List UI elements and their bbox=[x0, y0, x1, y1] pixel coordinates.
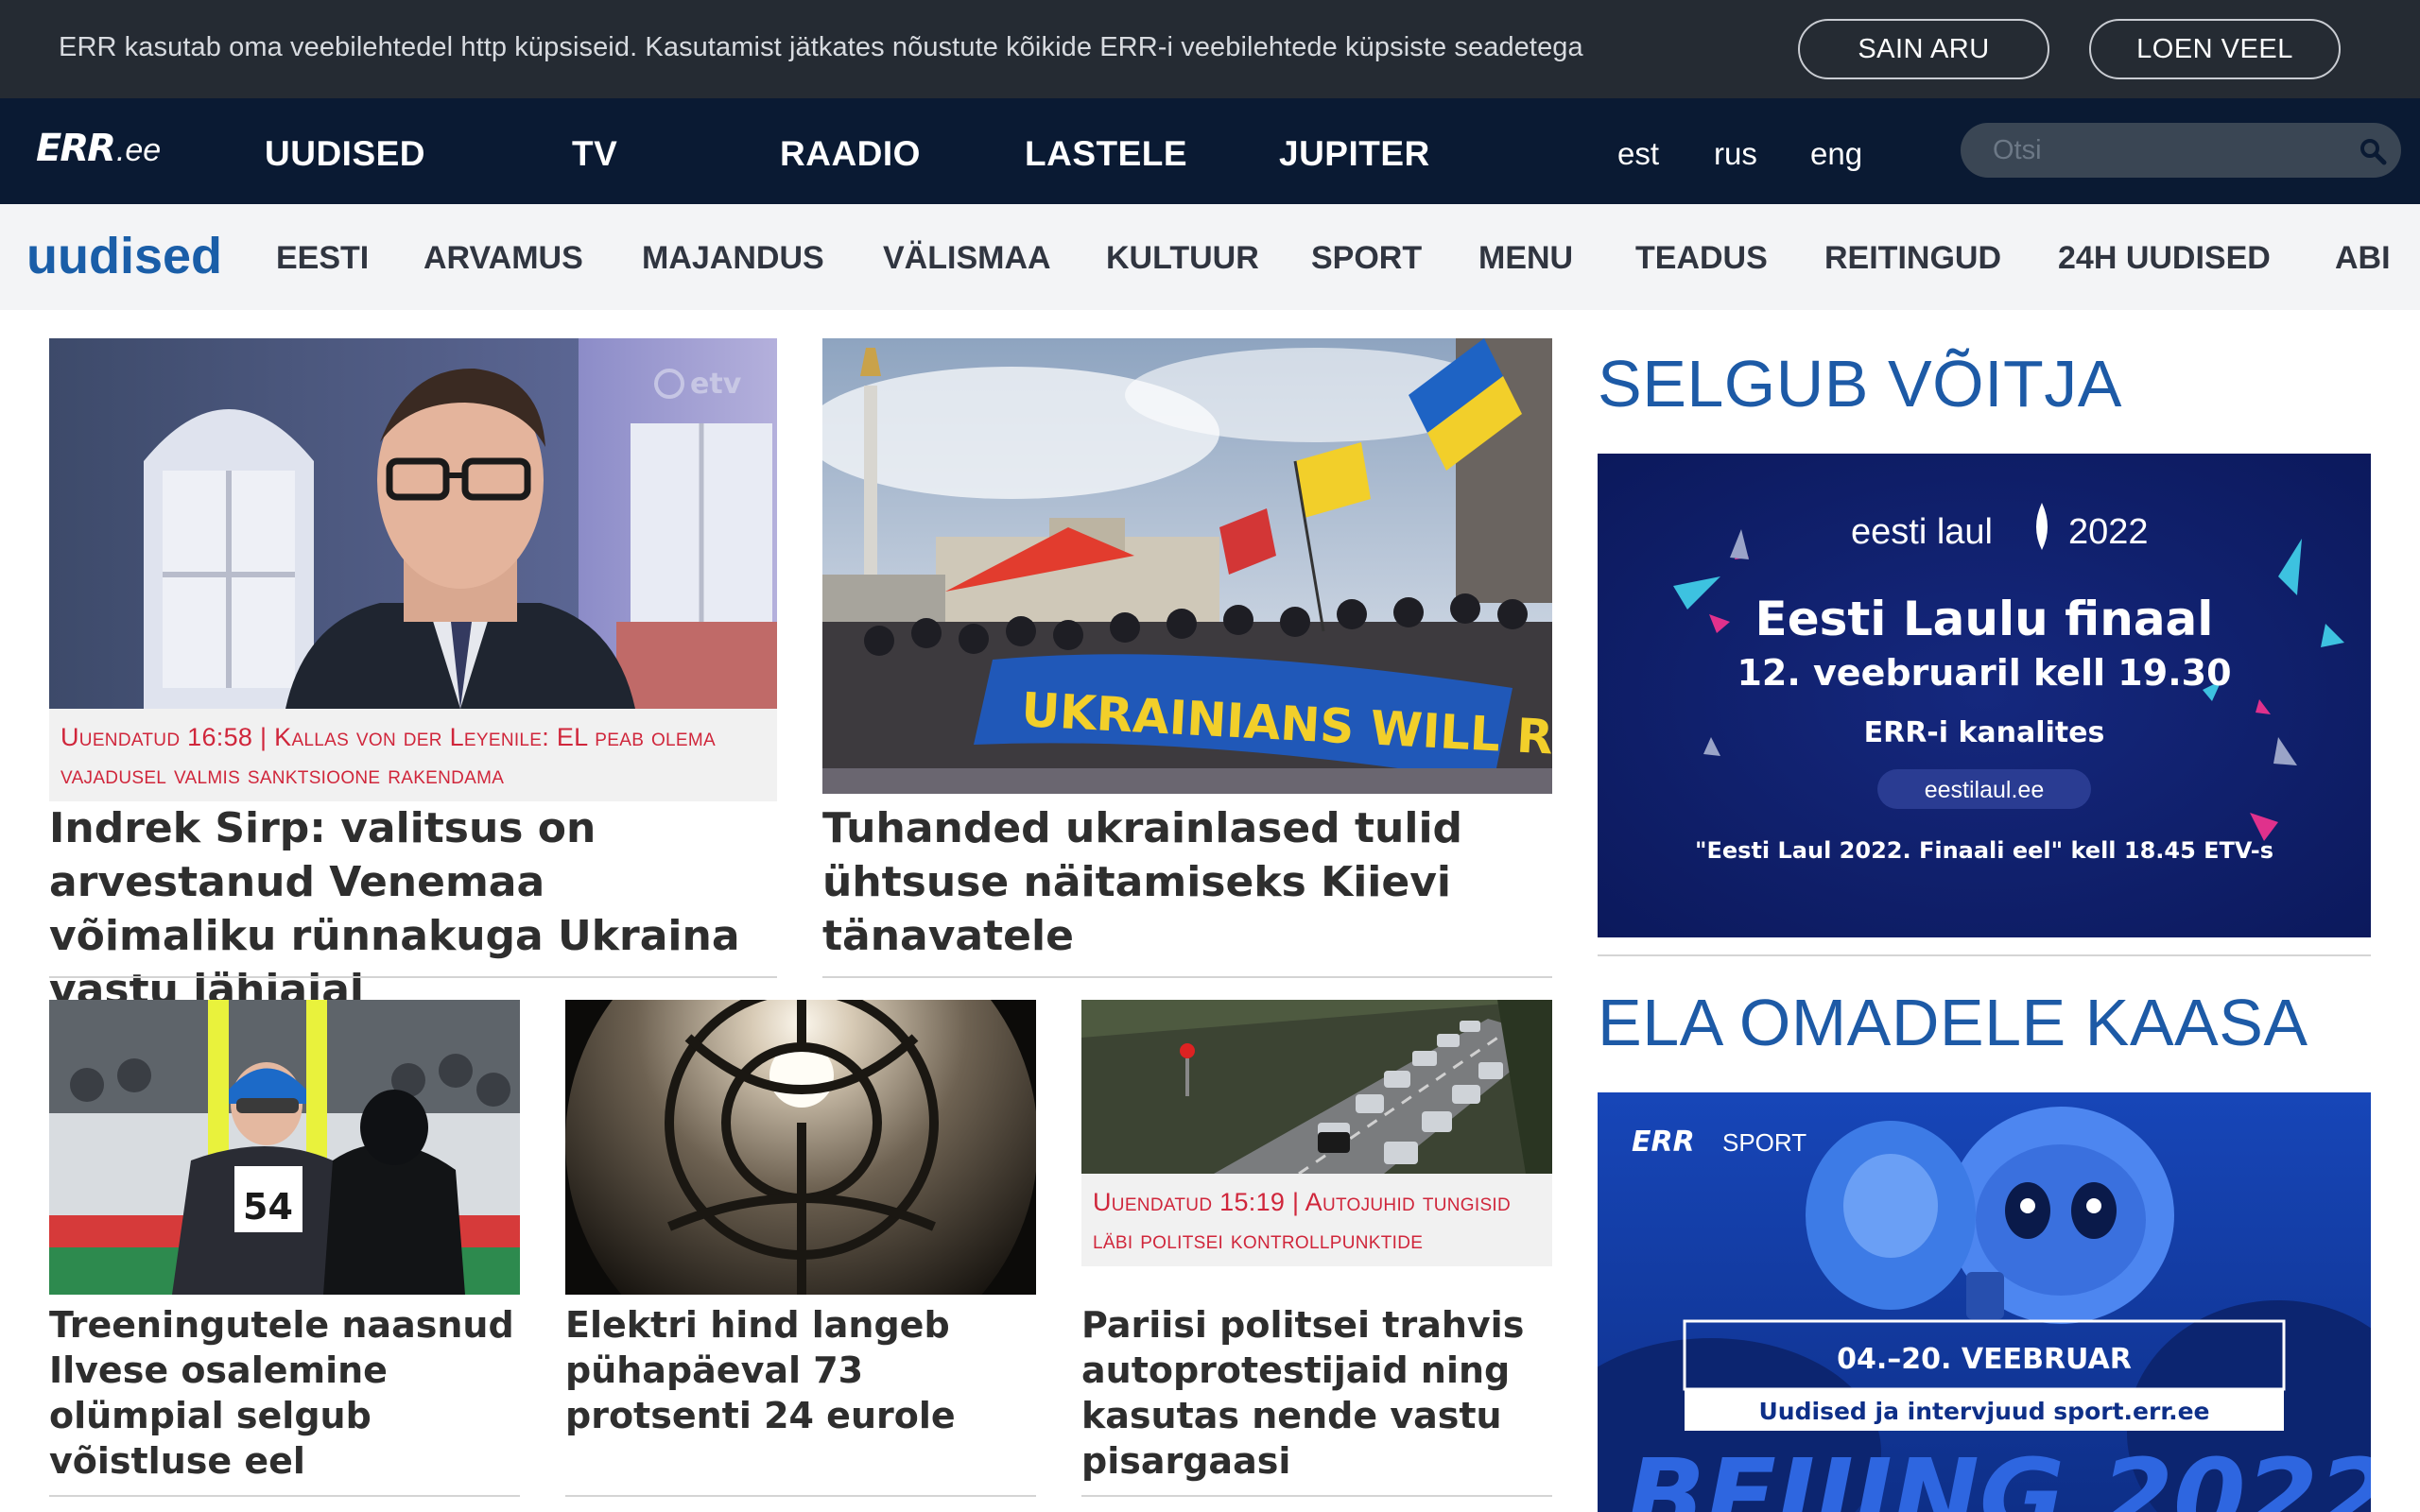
logo-text: ERR bbox=[36, 127, 116, 170]
promo-sport-brand: SPORT bbox=[1722, 1128, 1806, 1157]
section-item-abi[interactable]: ABI bbox=[2335, 240, 2391, 277]
cookie-accept-button[interactable]: SAIN ARU bbox=[1798, 19, 2049, 79]
article-divider bbox=[49, 1495, 520, 1497]
search-input[interactable] bbox=[1961, 123, 2339, 178]
eesti-laul-promo: eesti laul 2022 Eesti Laulu finaal 12. v… bbox=[1598, 454, 2371, 937]
promo-bottom-text: BEIJING 2022 bbox=[1626, 1436, 2371, 1512]
promo-info: Uudised ja intervjuud sport.err.ee bbox=[1759, 1398, 2210, 1425]
article-headline-elekter[interactable]: Elektri hind langeb pühapäeval 73 protse… bbox=[565, 1302, 1038, 1438]
cookie-bar: ERR kasutab oma veebilehtedel http küpsi… bbox=[0, 0, 2420, 98]
section-item-arvamus[interactable]: ARVAMUS bbox=[424, 240, 583, 277]
promo-date: 12. veebruaril kell 19.30 bbox=[1737, 652, 2231, 694]
cookie-read-more-button[interactable]: LOEN VEEL bbox=[2089, 19, 2341, 79]
promo-channels: ERR-i kanalites bbox=[1864, 716, 2105, 749]
lang-est[interactable]: est bbox=[1617, 136, 1659, 172]
article-image-sirp[interactable]: etv bbox=[49, 338, 777, 709]
nav-item-uudised[interactable]: UUDISED bbox=[265, 134, 425, 174]
article-update-label[interactable]: Uuendatud 15:19 | Autojuhid tungisid läb… bbox=[1081, 1174, 1552, 1266]
etv-watermark: etv bbox=[690, 368, 742, 401]
article-divider bbox=[822, 976, 1552, 978]
promo-brand: eesti laul bbox=[1851, 512, 1993, 552]
section-item-kultuur[interactable]: KULTUUR bbox=[1106, 240, 1259, 277]
section-item-menu[interactable]: MENU bbox=[1478, 240, 1573, 277]
traffic-photo bbox=[1081, 1000, 1552, 1174]
sidebar-title-ela-omadele-kaasa: ELA OMADELE KAASA bbox=[1598, 986, 2308, 1059]
article-divider bbox=[1081, 1495, 1552, 1497]
sidebar-divider bbox=[1598, 954, 2371, 956]
section-item-valismaa[interactable]: VÄLISMAA bbox=[883, 240, 1051, 277]
promo-err-brand: ERR bbox=[1632, 1125, 1695, 1159]
section-item-reitingud[interactable]: REITINGUD bbox=[1824, 240, 2001, 277]
article-headline-pariis[interactable]: Pariisi politsei trahvis autoprotestijai… bbox=[1081, 1302, 1554, 1484]
section-item-eesti[interactable]: EESTI bbox=[276, 240, 369, 277]
article-image-pariis[interactable] bbox=[1081, 1000, 1552, 1174]
lamp-photo bbox=[565, 1000, 1036, 1295]
article-headline-sirp[interactable]: Indrek Sirp: valitsus on arvestanud Vene… bbox=[49, 801, 777, 1017]
nav-item-jupiter[interactable]: JUPITER bbox=[1279, 134, 1430, 174]
promo-title: Eesti Laulu finaal bbox=[1755, 592, 2214, 646]
bib-number: 54 bbox=[243, 1186, 293, 1228]
section-navigation: uudised EESTI ARVAMUS MAJANDUS VÄLISMAA … bbox=[0, 204, 2420, 310]
cookie-text: ERR kasutab oma veebilehtedel http küpsi… bbox=[59, 32, 1583, 62]
nav-item-lastele[interactable]: LASTELE bbox=[1025, 134, 1187, 174]
main-navigation: ERR .ee UUDISED TV RAADIO LASTELE JUPITE… bbox=[0, 98, 2420, 204]
search-icon[interactable] bbox=[2358, 136, 2388, 166]
protest-photo: UKRAINIANS WILL RESIST bbox=[822, 338, 1552, 794]
lang-rus[interactable]: rus bbox=[1714, 136, 1757, 172]
section-item-sport[interactable]: SPORT bbox=[1311, 240, 1422, 277]
article-image-ilves[interactable]: 54 bbox=[49, 1000, 520, 1295]
olympics-promo-banner[interactable]: ERR SPORT 04.–20. VEEBRUAR Uudised ja in… bbox=[1598, 1092, 2371, 1512]
err-logo[interactable]: ERR .ee bbox=[36, 127, 161, 176]
article-image-elekter[interactable] bbox=[565, 1000, 1036, 1295]
article-divider bbox=[49, 976, 777, 978]
nav-item-tv[interactable]: TV bbox=[572, 134, 617, 174]
article-update-label[interactable]: Uuendatud 16:58 | Kallas von der Leyenil… bbox=[49, 709, 777, 801]
search-box bbox=[1961, 123, 2401, 178]
promo-year: 2022 bbox=[2068, 512, 2149, 552]
promo-dates: 04.–20. VEEBRUAR bbox=[1837, 1343, 2132, 1376]
article-divider bbox=[565, 1495, 1036, 1497]
section-item-teadus[interactable]: TEADUS bbox=[1635, 240, 1768, 277]
section-item-24h-uudised[interactable]: 24H UUDISED bbox=[2058, 240, 2271, 277]
eesti-laul-promo-banner[interactable]: eesti laul 2022 Eesti Laulu finaal 12. v… bbox=[1598, 454, 2371, 937]
promo-url: eestilaul.ee bbox=[1925, 777, 2044, 803]
promo-note: "Eesti Laul 2022. Finaali eel" kell 18.4… bbox=[1695, 837, 2273, 864]
nav-item-raadio[interactable]: RAADIO bbox=[780, 134, 921, 174]
portrait-photo: etv bbox=[49, 338, 777, 709]
section-item-majandus[interactable]: MAJANDUS bbox=[642, 240, 824, 277]
article-headline-kiiev[interactable]: Tuhanded ukrainlased tulid ühtsuse näita… bbox=[822, 801, 1552, 963]
article-image-kiiev[interactable]: UKRAINIANS WILL RESIST bbox=[822, 338, 1552, 794]
section-logo[interactable]: uudised bbox=[26, 227, 222, 285]
logo-suffix: .ee bbox=[115, 132, 162, 168]
sidebar-title-selgub-voitja: SELGUB VÕITJA bbox=[1598, 347, 2122, 421]
lang-eng[interactable]: eng bbox=[1810, 136, 1862, 172]
ski-jumper-photo: 54 bbox=[49, 1000, 520, 1295]
article-headline-ilves[interactable]: Treeningutele naasnud Ilvese osalemine o… bbox=[49, 1302, 522, 1484]
olympics-promo: ERR SPORT 04.–20. VEEBRUAR Uudised ja in… bbox=[1598, 1092, 2371, 1512]
